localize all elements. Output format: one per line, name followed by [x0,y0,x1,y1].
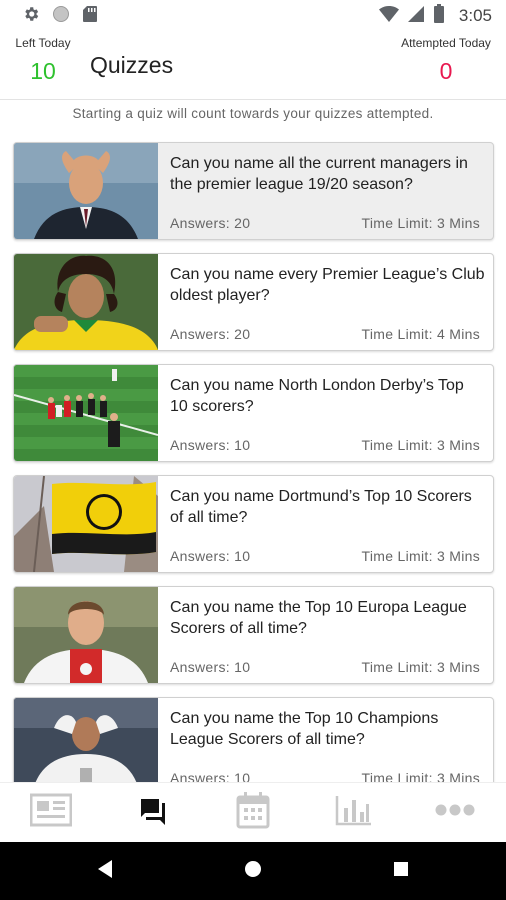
quiz-question: Can you name Dortmund’s Top 10 Scorers o… [170,488,472,526]
quiz-chat-icon [135,793,169,832]
attempted-today-value: 0 [439,58,453,84]
circle-icon [52,5,70,28]
status-left-icons [22,5,98,28]
quiz-time-limit: Time Limit: 3 Mins [361,770,480,782]
calendar-icon [236,791,270,834]
quiz-answers-count: Answers: 20 [170,326,251,342]
quizzes-header: Left Today 10 Quizzes Attempted Today 0 [0,32,506,100]
status-time: 3:05 [458,6,492,25]
attempted-today-stat: Attempted Today 0 [396,36,496,85]
quiz-question: Can you name all the current managers in… [170,155,468,193]
quiz-thumbnail-dortmund-flag [14,476,158,572]
nav-stats[interactable] [324,788,384,838]
system-back-button[interactable] [90,856,120,886]
quiz-notice: Starting a quiz will count towards your … [72,106,434,121]
quiz-answers-count: Answers: 10 [170,548,251,564]
quiz-thumbnail-manager [14,143,158,239]
bottom-nav [0,782,506,842]
nav-calendar[interactable] [223,788,283,838]
system-recents-button[interactable] [386,856,416,886]
quiz-answers-count: Answers: 10 [170,659,251,675]
quiz-card[interactable]: Can you name Dortmund’s Top 10 Scorers o… [13,475,494,573]
quiz-time-limit: Time Limit: 3 Mins [361,215,480,231]
page-title: Quizzes [90,52,174,78]
left-today-stat: Left Today 10 [12,36,74,85]
quiz-time-limit: Time Limit: 3 Mins [361,659,480,675]
signal-icon [407,5,425,28]
quiz-question: Can you name the Top 10 Champions League… [170,710,439,748]
sd-card-icon [82,5,98,28]
quiz-thumbnail-player-brazil [14,254,158,350]
left-today-label: Left Today [15,36,71,50]
quiz-time-limit: Time Limit: 4 Mins [361,326,480,342]
quiz-card[interactable]: Can you name all the current managers in… [13,142,494,240]
system-home-button[interactable] [238,856,268,886]
wifi-icon [378,5,399,28]
quiz-question: Can you name North London Derby’s Top 10… [170,377,464,415]
quiz-card[interactable]: Can you name the Top 10 Champions League… [13,697,494,782]
recents-icon [392,860,410,883]
status-right-icons: 3:05 [378,3,492,29]
back-icon [96,859,114,884]
quiz-card[interactable]: Can you name the Top 10 Europa League Sc… [13,586,494,684]
quiz-answers-count: Answers: 10 [170,770,251,782]
nav-news[interactable] [21,788,81,838]
quiz-list[interactable]: Can you name all the current managers in… [0,132,506,782]
quiz-card[interactable]: Can you name every Premier League’s Club… [13,253,494,351]
left-today-value: 10 [30,58,56,84]
status-bar: 3:05 [0,0,506,32]
more-icon [435,803,475,822]
quiz-thumbnail-ajax-player [14,587,158,683]
quiz-card[interactable]: Can you name North London Derby’s Top 10… [13,364,494,462]
nav-quizzes[interactable] [122,788,182,838]
quiz-answers-count: Answers: 10 [170,437,251,453]
battery-icon [433,3,445,29]
attempted-today-label: Attempted Today [401,36,491,50]
quiz-thumbnail-pitch [14,365,158,461]
quiz-thumbnail-madrid-player [14,698,158,782]
quiz-time-limit: Time Limit: 3 Mins [361,437,480,453]
system-nav-bar [0,842,506,900]
stats-chart-icon [335,794,373,831]
quiz-answers-count: Answers: 20 [170,215,251,231]
quiz-question: Can you name every Premier League’s Club… [170,266,485,304]
home-icon [243,859,263,884]
news-icon [29,793,73,832]
gear-icon [22,5,40,28]
quiz-question: Can you name the Top 10 Europa League Sc… [170,599,467,637]
quiz-time-limit: Time Limit: 3 Mins [361,548,480,564]
nav-more[interactable] [425,788,485,838]
